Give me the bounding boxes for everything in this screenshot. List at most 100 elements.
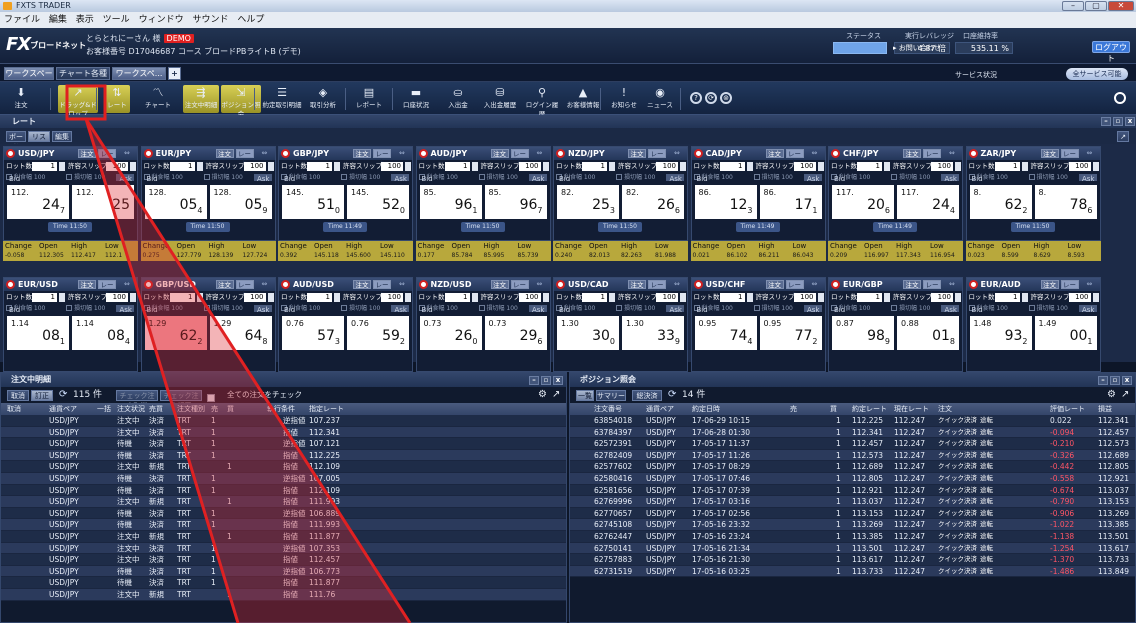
menu-file[interactable]: ファイル <box>4 15 40 25</box>
close-all-button[interactable]: 総決済 <box>632 390 662 401</box>
rate-button[interactable]: レート <box>98 149 116 166</box>
lot-stepper[interactable] <box>334 162 340 171</box>
rate-button[interactable]: レート <box>1060 280 1079 297</box>
sl-checkbox[interactable] <box>478 305 485 311</box>
rate-button[interactable]: レート <box>373 280 391 297</box>
positions-close-button[interactable]: x <box>1122 376 1132 385</box>
slip-stepper[interactable] <box>267 162 274 171</box>
table-row[interactable]: 62580416 USD/JPY 17-05-17 07:46 1 112.805 112… <box>570 472 1135 485</box>
order-button[interactable]: 注文 <box>765 280 784 289</box>
reverse-button[interactable]: 途転 <box>980 485 993 497</box>
quick-close-button[interactable]: クイック決済 <box>938 554 977 566</box>
lot-stepper[interactable] <box>471 293 478 302</box>
slip-stepper[interactable] <box>680 293 686 302</box>
sl-checkbox[interactable] <box>203 305 210 311</box>
rate-button[interactable]: レート <box>648 280 666 297</box>
slip-stepper[interactable] <box>405 293 411 302</box>
bid-quote[interactable]: Bid 0.95 744 <box>694 306 757 350</box>
toolbar-button-drag[interactable]: ↗ ドラッグ&ドロップ <box>58 85 98 118</box>
rate-button[interactable]: レート <box>923 280 941 297</box>
sl-checkbox[interactable] <box>203 174 210 180</box>
lot-input[interactable]: 1 <box>307 293 332 302</box>
menu-window[interactable]: ウィンドウ <box>139 15 184 25</box>
slip-stepper[interactable] <box>1092 293 1099 302</box>
rate-button[interactable]: レート <box>1060 149 1079 166</box>
lot-stepper[interactable] <box>471 162 478 171</box>
slip-stepper[interactable] <box>1092 162 1099 171</box>
positions-list-button[interactable]: 一覧 <box>576 390 594 401</box>
positions-maximize-button[interactable]: ▫ <box>1110 376 1120 385</box>
table-row[interactable]: USD/JPY 注文中 新規 TRT 1 指値 111.993 <box>1 496 566 508</box>
slip-input[interactable]: 100 <box>381 162 403 171</box>
expand-icon[interactable]: ⇔ <box>949 147 955 160</box>
slip-input[interactable]: 100 <box>381 293 403 302</box>
lot-input[interactable]: 1 <box>857 293 882 302</box>
rate-button[interactable]: レート <box>648 149 666 166</box>
expand-icon[interactable]: ⇔ <box>812 147 818 160</box>
minimize-button[interactable]: – <box>1062 1 1084 11</box>
ask-quote[interactable]: Ask 0.95 772 <box>759 306 822 350</box>
lot-stepper[interactable] <box>334 293 340 302</box>
order-button[interactable]: 注文 <box>490 280 509 289</box>
table-row[interactable]: USD/JPY 注文中 新規 TRT 1 指値 111.76 <box>1 588 566 601</box>
lot-stepper[interactable] <box>1021 162 1028 171</box>
lot-stepper[interactable] <box>59 293 65 302</box>
orders-pin-icon[interactable]: ↗ <box>552 388 560 402</box>
toolbar-button-trade-detail[interactable]: ☰ 約定取引明細 <box>262 85 302 113</box>
slip-input[interactable]: 100 <box>656 162 678 171</box>
slip-input[interactable]: 100 <box>518 162 541 171</box>
bid-quote[interactable]: Bid 86. 123 <box>694 175 757 219</box>
order-button[interactable]: 注文 <box>628 149 646 158</box>
order-button[interactable]: 注文 <box>1040 280 1059 289</box>
slip-stepper[interactable] <box>817 162 824 171</box>
ask-quote[interactable]: Ask 0.76 592 <box>347 306 409 350</box>
toolbar-button-chart[interactable]: 〽チャート <box>139 85 177 113</box>
ask-quote[interactable]: Ask 1.14 084 <box>72 306 134 350</box>
order-button[interactable]: 注文 <box>903 149 921 158</box>
table-row[interactable]: 62745108 USD/JPY 17-05-16 23:32 1 113.269 112… <box>570 519 1135 531</box>
sl-checkbox[interactable] <box>478 174 485 180</box>
expand-icon[interactable]: ⇔ <box>537 278 543 291</box>
lot-stepper[interactable] <box>746 293 753 302</box>
ask-quote[interactable]: Ask 1.29 648 <box>209 306 272 350</box>
tab-workspace-dropdown[interactable]: ワークスペ... ▾ <box>112 67 166 90</box>
expand-icon[interactable]: ⇔ <box>949 278 955 291</box>
slip-stepper[interactable] <box>955 162 961 171</box>
settings-icon[interactable]: ⊚ <box>720 92 732 104</box>
table-row[interactable]: 62572391 USD/JPY 17-05-17 11:37 1 112.457 112… <box>570 438 1135 450</box>
lot-stepper[interactable] <box>746 162 753 171</box>
lot-stepper[interactable] <box>884 293 890 302</box>
lot-input[interactable]: 1 <box>307 162 332 171</box>
toolbar-button-position[interactable]: ⇲ ポジション照会 <box>221 85 261 118</box>
lot-input[interactable]: 1 <box>582 293 607 302</box>
table-row[interactable]: USD/JPY 注文中 新規 TRT 1 指値 112.109 <box>1 461 566 473</box>
ask-quote[interactable]: Ask 85. 967 <box>484 175 547 219</box>
slip-input[interactable]: 100 <box>106 162 128 171</box>
add-tab-button[interactable]: + <box>168 67 181 80</box>
lot-stepper[interactable] <box>609 293 615 302</box>
slip-stepper[interactable] <box>955 293 961 302</box>
power-icon[interactable] <box>1114 92 1126 104</box>
reverse-button[interactable]: 途転 <box>980 415 993 427</box>
rate-button[interactable]: レート <box>785 280 804 297</box>
expand-icon[interactable]: ⇔ <box>812 278 818 291</box>
ask-quote[interactable]: Ask 128. 059 <box>209 175 272 219</box>
tab-charts[interactable]: チャート各種 <box>56 67 110 80</box>
expand-icon[interactable]: ⇔ <box>1087 147 1093 160</box>
bid-quote[interactable]: Bid 1.48 932 <box>969 306 1032 350</box>
menu-help[interactable]: ヘルプ <box>237 15 264 25</box>
expand-icon[interactable]: ⇔ <box>262 147 268 160</box>
ask-quote[interactable]: Ask 145. 520 <box>347 175 409 219</box>
toolbar-button-history[interactable]: ⛁ 入出金履歴 <box>481 85 519 113</box>
reverse-button[interactable]: 途転 <box>980 566 993 578</box>
order-button[interactable]: 注文 <box>490 149 509 158</box>
table-row[interactable]: 62577602 USD/JPY 17-05-17 08:29 1 112.689 112… <box>570 461 1135 473</box>
sl-checkbox[interactable] <box>341 174 347 180</box>
expand-icon[interactable]: ⇔ <box>124 278 130 291</box>
bid-quote[interactable]: Bid 112. 247 <box>7 175 69 219</box>
logout-button[interactable]: ログアウト <box>1092 41 1130 63</box>
expand-icon[interactable]: ⇔ <box>399 278 405 291</box>
table-row[interactable]: USD/JPY 注文中 決済 TRT 1 指値 112.341 <box>1 426 566 439</box>
slip-input[interactable]: 100 <box>793 162 816 171</box>
toolbar-button-arrow-down[interactable]: ⬇ 注文 <box>10 85 32 113</box>
